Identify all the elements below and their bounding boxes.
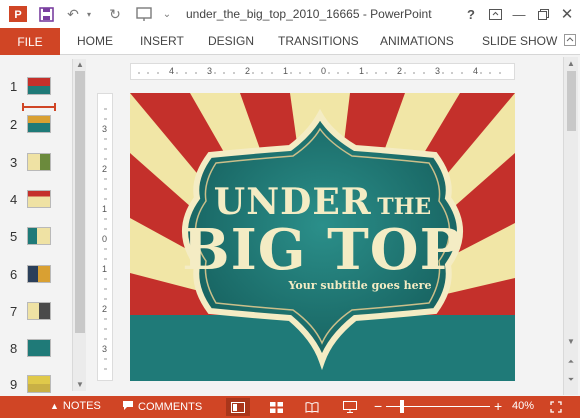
horizontal-ruler: 4 3 2 1 0 1 2 3 4	[130, 63, 515, 80]
slide-show-icon[interactable]	[338, 398, 362, 416]
comments-button[interactable]: COMMENTS	[122, 400, 202, 414]
ruler-label: 2	[245, 66, 251, 76]
scroll-down-icon[interactable]: ▼	[75, 380, 85, 390]
previous-slide-icon[interactable]: ⏶	[566, 357, 576, 367]
thumbnail-image	[27, 302, 51, 320]
undo-icon[interactable]: ↶	[64, 4, 82, 24]
svg-text:P: P	[14, 9, 21, 21]
slide-scrollbar[interactable]: ▲ ▼ ⏶ ⏷	[563, 57, 578, 395]
help-button[interactable]: ?	[460, 4, 482, 24]
start-from-beginning-icon[interactable]	[134, 4, 154, 24]
scroll-down-icon[interactable]: ▼	[566, 337, 576, 347]
slide-number: 8	[10, 341, 18, 356]
slide-thumbnail-pane: 1 2 3 4 5 6 7 8 9 ▲ ▼	[0, 55, 90, 395]
ruler-label: 0	[321, 66, 327, 76]
redo-icon[interactable]: ↻	[106, 4, 124, 24]
undo-dropdown-icon[interactable]: ▾	[84, 4, 94, 24]
slide-thumbnail-5[interactable]: 5	[0, 225, 70, 253]
ruler-label: 4	[169, 66, 175, 76]
ruler-label: 1	[102, 264, 108, 274]
tab-slide-show[interactable]: SLIDE SHOW	[482, 34, 557, 48]
notes-button[interactable]: ▲ NOTES	[50, 400, 101, 412]
notes-label: NOTES	[62, 400, 101, 412]
vertical-ruler: 3 2 1 0 1 2 3	[97, 93, 113, 381]
thumbnail-image	[27, 339, 51, 357]
zoom-level[interactable]: 40%	[512, 400, 534, 412]
tab-home[interactable]: HOME	[77, 34, 113, 48]
slide-subtitle: Your subtitle goes here	[288, 279, 432, 292]
ruler-label: 1	[283, 66, 289, 76]
slide-thumbnail-7[interactable]: 7	[0, 300, 70, 328]
comments-label: COMMENTS	[138, 401, 203, 413]
ruler-label: 2	[102, 164, 108, 174]
ribbon-tabs: FILE HOME INSERT DESIGN TRANSITIONS ANIM…	[0, 28, 580, 55]
tab-insert[interactable]: INSERT	[140, 34, 184, 48]
customize-toolbar-icon[interactable]: ⌄	[160, 4, 174, 24]
thumbnail-image	[27, 227, 51, 245]
slide-number: 6	[10, 267, 18, 282]
slide-thumbnail-4[interactable]: 4	[0, 188, 70, 216]
slide-number: 4	[10, 192, 18, 207]
ruler-label: 3	[102, 124, 108, 134]
ruler-label: 0	[102, 234, 108, 244]
minimize-icon[interactable]: —	[508, 4, 530, 24]
normal-view-icon[interactable]	[226, 398, 250, 416]
next-slide-icon[interactable]: ⏷	[566, 375, 576, 385]
ruler-label: 3	[102, 344, 108, 354]
slide-number: 7	[10, 304, 18, 319]
status-bar: ▲ NOTES COMMENTS − + 40%	[0, 396, 580, 418]
save-icon[interactable]	[36, 4, 56, 24]
slide-title-line2: BIG TOP	[182, 217, 463, 283]
restore-icon[interactable]	[532, 4, 554, 24]
ruler-label: 3	[207, 66, 213, 76]
slide-thumbnail-2[interactable]: 2	[0, 113, 70, 141]
notes-icon: ▲	[50, 401, 59, 411]
slide-number: 2	[10, 117, 18, 132]
reading-view-icon[interactable]	[300, 398, 324, 416]
fit-slide-icon[interactable]	[544, 398, 568, 416]
slide-thumbnail-6[interactable]: 6	[0, 263, 70, 291]
tab-design[interactable]: DESIGN	[208, 34, 254, 48]
slide-number: 9	[10, 377, 18, 392]
slide-thumbnail-8[interactable]: 8	[0, 337, 70, 365]
thumbnail-image	[27, 77, 51, 95]
thumbnail-scrollbar[interactable]: ▲ ▼	[72, 59, 86, 391]
thumbnail-image	[27, 190, 51, 208]
thumbnail-image	[27, 115, 51, 133]
scrollbar-thumb[interactable]	[567, 71, 576, 131]
thumbnail-image	[27, 153, 51, 171]
slide-thumbnail-3[interactable]: 3	[0, 151, 70, 179]
scrollbar-thumb[interactable]	[75, 71, 85, 333]
ruler-label: 1	[102, 204, 108, 214]
thumbnail-image	[27, 375, 51, 393]
slide-thumbnail-1[interactable]: 1	[0, 75, 70, 103]
tab-transitions[interactable]: TRANSITIONS	[278, 34, 359, 48]
scroll-up-icon[interactable]: ▲	[566, 59, 576, 69]
scroll-up-icon[interactable]: ▲	[75, 60, 85, 70]
expand-ribbon-icon[interactable]	[564, 34, 578, 48]
close-icon[interactable]: ✕	[556, 4, 578, 24]
ruler-label: 2	[397, 66, 403, 76]
ruler-label: 3	[435, 66, 441, 76]
document-title: under_the_big_top_2010_16665 - PowerPoin…	[186, 7, 432, 21]
ruler-label: 4	[473, 66, 479, 76]
ruler-label: 1	[359, 66, 365, 76]
slide-number: 1	[10, 79, 18, 94]
zoom-slider-handle[interactable]	[400, 400, 404, 413]
tab-file[interactable]: FILE	[0, 28, 60, 55]
powerpoint-logo-icon[interactable]: P	[8, 4, 28, 24]
ruler-label: 2	[102, 304, 108, 314]
comment-icon	[122, 400, 134, 414]
slide-sorter-icon[interactable]	[264, 398, 288, 416]
zoom-in-button[interactable]: +	[494, 398, 502, 414]
thumbnail-image	[27, 265, 51, 283]
slide-canvas[interactable]: UNDER THE BIG TOP Your subtitle goes her…	[130, 93, 515, 381]
ribbon-display-options-icon[interactable]	[484, 4, 506, 24]
tab-animations[interactable]: ANIMATIONS	[380, 34, 454, 48]
insertion-marker	[22, 103, 56, 111]
zoom-out-button[interactable]: −	[374, 398, 382, 414]
slide-number: 5	[10, 229, 18, 244]
title-bar: P ↶ ▾ ↻ ⌄ under_the_big_top_2010_16665 -…	[0, 0, 580, 28]
slide-number: 3	[10, 155, 18, 170]
